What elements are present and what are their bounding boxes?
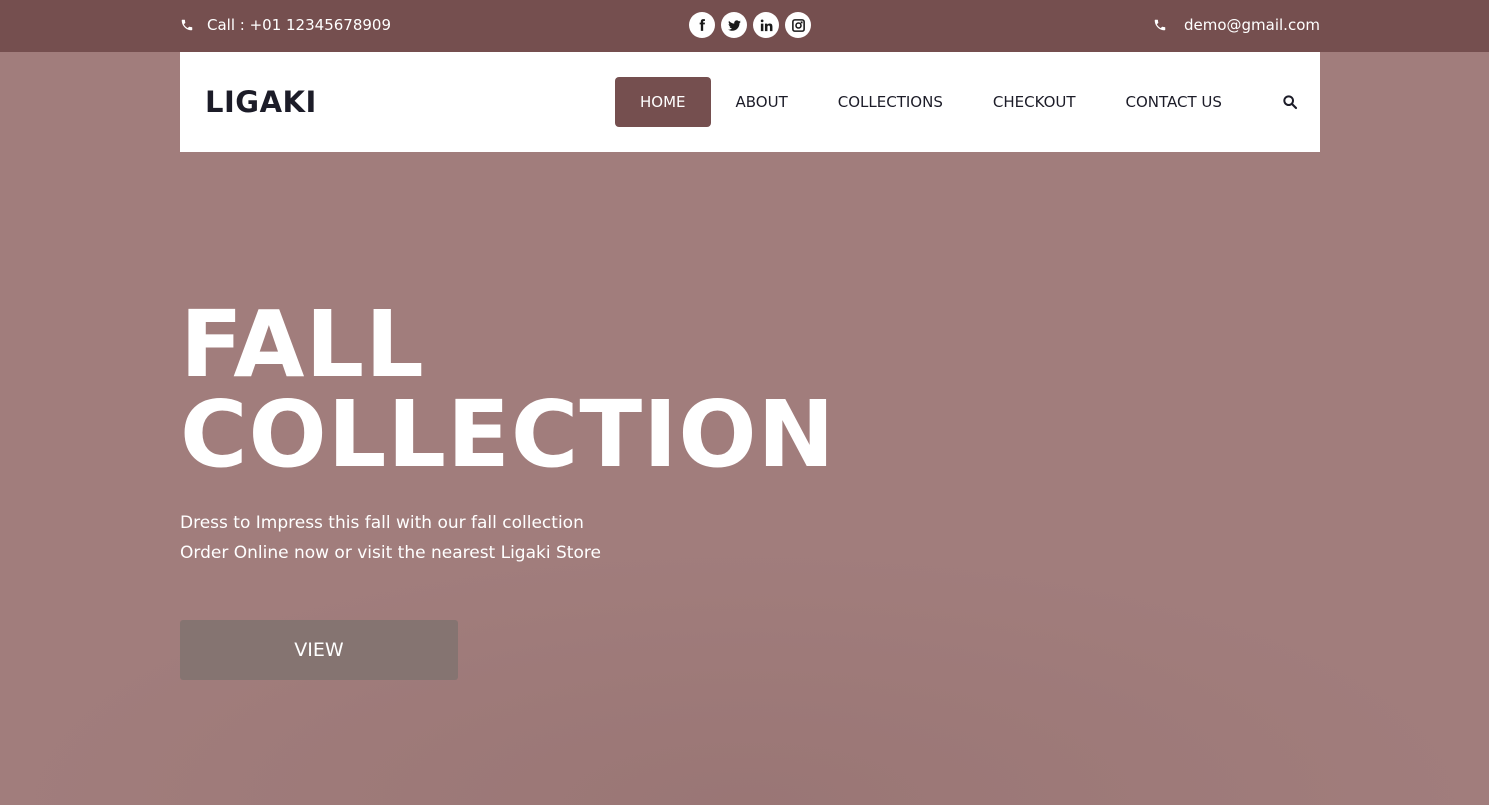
hero-section: FALL COLLECTION	[180, 299, 980, 481]
site-logo[interactable]: LIGAKI	[205, 85, 317, 119]
hero-subtitle-line-1: Dress to Impress this fall with our fall…	[180, 513, 584, 533]
nav-item-contact-us[interactable]: CONTACT US	[1101, 77, 1247, 127]
email-text: demo@gmail.com	[1183, 16, 1320, 34]
twitter-glyph	[727, 19, 741, 31]
phone-contact[interactable]: Call : +01 12345678909	[180, 16, 391, 34]
hero-subtitle: Dress to Impress this fall with our fall…	[180, 508, 601, 568]
facebook-glyph	[699, 19, 705, 31]
nav-item-collections[interactable]: COLLECTIONS	[813, 77, 968, 127]
phone-icon	[1154, 19, 1166, 31]
linkedin-icon[interactable]	[753, 12, 779, 38]
social-links	[689, 12, 811, 38]
instagram-icon[interactable]	[785, 12, 811, 38]
view-button[interactable]: VIEW	[180, 620, 458, 680]
nav-item-checkout[interactable]: CHECKOUT	[968, 77, 1101, 127]
main-nav: HOME ABOUT COLLECTIONS CHECKOUT CONTACT …	[615, 77, 1247, 127]
instagram-glyph	[791, 18, 805, 32]
top-bar: Call : +01 12345678909 demo@gmail.com	[0, 0, 1489, 52]
email-contact[interactable]: demo@gmail.com	[1153, 16, 1320, 34]
facebook-icon[interactable]	[689, 12, 715, 38]
hero-title: FALL COLLECTION	[180, 299, 980, 481]
phone-text: Call : +01 12345678909	[207, 16, 391, 34]
phone-icon	[181, 19, 193, 31]
nav-item-home[interactable]: HOME	[615, 77, 711, 127]
hero-title-line-2: COLLECTION	[180, 381, 836, 488]
hero-subtitle-line-2: Order Online now or visit the nearest Li…	[180, 543, 601, 563]
linkedin-glyph	[760, 18, 772, 31]
nav-item-about[interactable]: ABOUT	[711, 77, 813, 127]
twitter-icon[interactable]	[721, 12, 747, 38]
main-navbar: LIGAKI HOME ABOUT COLLECTIONS CHECKOUT C…	[180, 52, 1320, 152]
search-icon[interactable]	[1282, 94, 1298, 110]
